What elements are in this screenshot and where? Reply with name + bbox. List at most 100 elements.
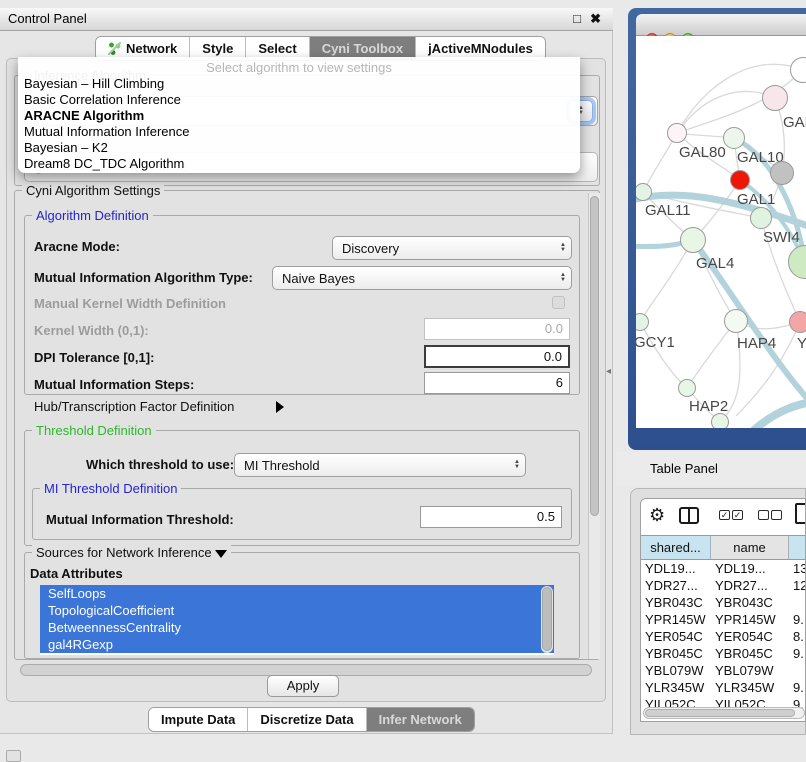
data-attributes-list[interactable]: SelfLoopsTopologicalCoefficientBetweenne… [40,585,554,655]
network-window-titlebar[interactable] [636,14,806,36]
mi-threshold-group-title: MI Threshold Definition [40,481,181,496]
close-icon[interactable]: ✖ [590,11,601,27]
mi-steps-label: Mutual Information Steps: [34,377,194,392]
attributes-scrollbar-thumb[interactable] [542,587,552,651]
column-header-shared[interactable]: shared... [641,536,711,559]
table-cell: 8. [789,628,806,645]
node-unlabeled[interactable] [711,413,729,428]
node-y[interactable] [789,311,806,333]
table-row[interactable]: YDL19...YDL19...13 [641,560,806,577]
node-gal10[interactable] [723,127,745,149]
float-window-icon[interactable]: □ [573,11,581,26]
bottom-tab-bar: Impute Data Discretize Data Infer Network [148,707,475,732]
unchecked-checkbox-icon[interactable] [771,510,782,520]
settings-vertical-scrollbar[interactable] [588,193,600,659]
mi-steps-field[interactable]: 6 [424,372,570,394]
network-canvas[interactable]: GALGAL80GAL10GAL1GAL11GAL4SWI4GCY1HAP4YH… [636,36,806,428]
node-unlabeled[interactable] [750,207,772,229]
bottom-tab-impute-data-label: Impute Data [161,712,235,727]
data-attributes-label: Data Attributes [30,566,123,581]
column-header-col2[interactable] [789,536,806,559]
checked-checkbox-icon[interactable]: ✓ [732,510,743,520]
node-gal4[interactable] [680,227,706,253]
algorithm-dropdown-popup: Select algorithm to view settings Bayesi… [18,57,580,173]
algorithm-dropdown-placeholder: Select algorithm to view settings [18,59,580,76]
node-label-gal4: GAL4 [696,255,734,272]
column-header-name[interactable]: name [711,536,789,559]
mi-algorithm-type-combobox[interactable]: Naive Bayes ▲▼ [272,266,572,290]
table-cell: YBR045C [641,645,711,662]
dpi-tolerance-field[interactable]: 0.0 [424,345,570,368]
bottom-tab-impute-data[interactable]: Impute Data [149,708,248,731]
table-cell: YBL079W [641,662,711,679]
table-row[interactable]: YBR043CYBR043C [641,594,806,611]
node-label-y: Y [797,335,806,352]
apply-button[interactable]: Apply [267,675,339,697]
threshold-definition-title: Threshold Definition [32,423,156,438]
node-gal1[interactable] [730,170,750,190]
control-panel-titlebar[interactable]: Control Panel □ ✖ [0,8,613,31]
table-horizontal-scrollbar-thumb[interactable] [645,709,795,717]
algorithm-item-aracne-algorithm[interactable]: ARACNE Algorithm [18,108,580,124]
table-cell [789,662,806,679]
mi-threshold-label: Mutual Information Threshold: [46,512,234,527]
table-header-row: shared...name [641,535,806,560]
node-label-hap4: HAP4 [737,335,776,352]
attribute-item-gal4rgexp[interactable]: gal4RGexp [40,636,554,653]
checked-checkbox-icon[interactable]: ✓ [719,510,730,520]
algorithm-item-bayesian-k2[interactable]: Bayesian – K2 [18,140,580,156]
aracne-mode-label: Aracne Mode: [34,239,120,254]
expand-arrow-icon[interactable] [276,401,284,413]
collapse-arrow-icon[interactable] [215,550,227,558]
table-row[interactable]: YBL079WYBL079W [641,662,806,679]
table-cell [789,594,806,611]
table-horizontal-scrollbar[interactable] [643,707,805,719]
bottom-tab-discretize-data[interactable]: Discretize Data [248,708,366,731]
unchecked-checkbox-icon[interactable] [758,510,769,520]
algorithm-item-mutual-information-inference[interactable]: Mutual Information Inference [18,124,580,140]
which-threshold-combobox[interactable]: MI Threshold ▲▼ [234,453,526,477]
algorithm-item-dream8-dc-tdc-algorithm[interactable]: Dream8 DC_TDC Algorithm [18,156,580,172]
node-label-gal11: GAL11 [645,202,691,219]
table-cell: 9. [789,611,806,628]
network-icon [108,42,121,55]
mi-threshold-field[interactable]: 0.5 [420,506,562,528]
node-hap4[interactable] [724,309,748,333]
which-threshold-label: Which threshold to use: [86,457,234,472]
collapsed-panel-icon[interactable] [6,750,21,762]
algorithm-item-bayesian-hill-climbing[interactable]: Bayesian – Hill Climbing [18,76,580,92]
settings-vertical-scrollbar-thumb[interactable] [590,196,599,516]
attribute-item-betweennesscentrality[interactable]: BetweennessCentrality [40,619,554,636]
document-icon[interactable] [795,503,806,524]
table-row[interactable]: YDR27...YDR27...12 [641,577,806,594]
columns-icon[interactable] [679,507,699,524]
aracne-mode-value: Discovery [342,241,556,256]
table-row[interactable]: YLR345WYLR345W9. [641,679,806,696]
table-panel-header: Table Panel [616,452,806,486]
bottom-tab-infer-network-label: Infer Network [379,712,462,727]
kernel-width-field[interactable]: 0.0 [424,318,570,340]
aracne-mode-combobox[interactable]: Discovery ▲▼ [332,236,572,260]
which-threshold-value: MI Threshold [244,458,510,473]
attributes-scrollbar[interactable] [541,586,553,653]
gear-icon[interactable]: ⚙ [649,505,665,525]
table-cell: YDL19... [641,560,711,577]
node-hap2[interactable] [678,379,696,397]
table-row[interactable]: YBR045CYBR045C9. [641,645,806,662]
table-cell: YDR27... [711,577,789,594]
node-gal80[interactable] [667,123,687,143]
table-row[interactable]: YPR145WYPR145W9. [641,611,806,628]
stepper-arrows-icon: ▲▼ [560,273,566,283]
algorithm-definition-title: Algorithm Definition [32,208,153,223]
attribute-item-selfloops[interactable]: SelfLoops [40,585,554,602]
bottom-tab-infer-network[interactable]: Infer Network [367,708,474,731]
attribute-item-topologicalcoefficient[interactable]: TopologicalCoefficient [40,602,554,619]
manual-kernel-width-checkbox[interactable] [552,296,565,309]
stepper-arrows-icon: ▲▼ [560,243,566,253]
node-gal[interactable] [762,85,788,111]
node-unlabeled[interactable] [770,161,794,185]
table-row[interactable]: YER054CYER054C8. [641,628,806,645]
node-label-gal80: GAL80 [679,144,726,161]
algorithm-item-basic-correlation-inference[interactable]: Basic Correlation Inference [18,92,580,108]
node-label-swi4: SWI4 [763,229,800,246]
